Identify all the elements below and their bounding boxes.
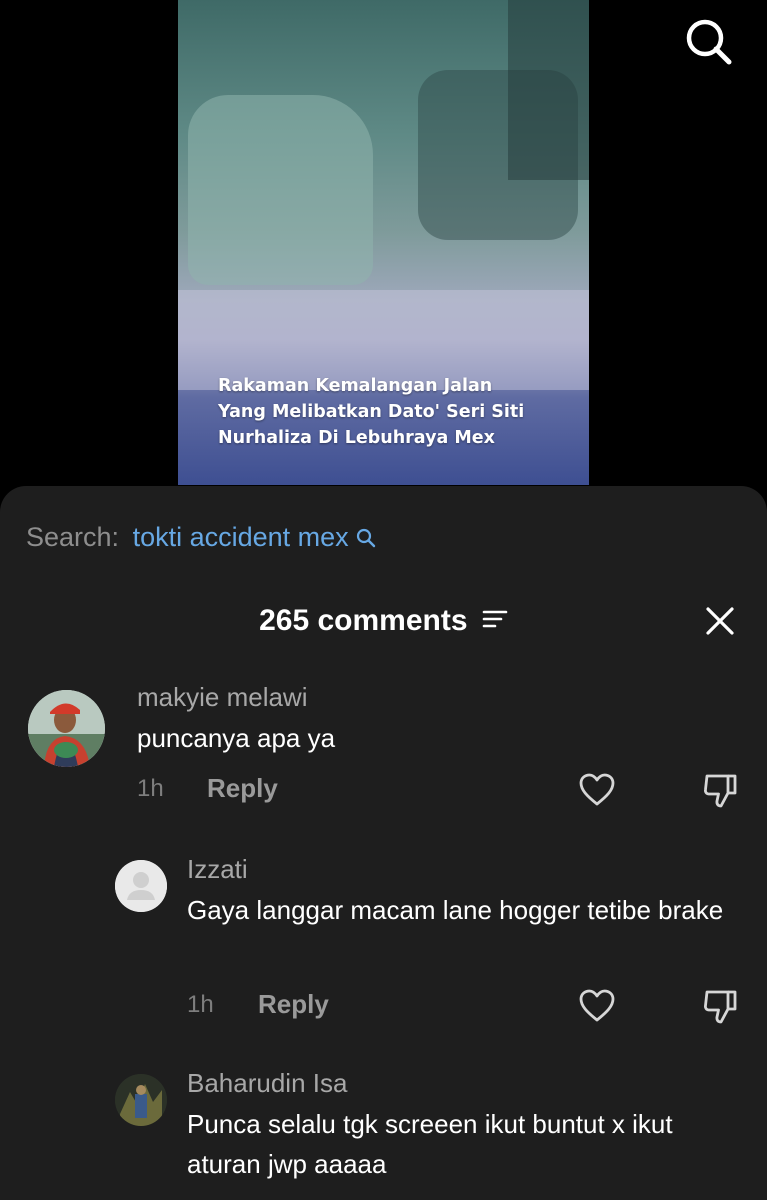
sort-icon[interactable] bbox=[482, 603, 508, 637]
comment-text: Punca selalu tgk screeen ikut buntut x i… bbox=[187, 1109, 673, 1179]
comment-username[interactable]: Izzati bbox=[187, 854, 248, 885]
comment-username[interactable]: makyie melawi bbox=[137, 682, 308, 713]
video-figure bbox=[188, 95, 373, 285]
comments-header: 265 comments bbox=[0, 604, 767, 638]
comment-username[interactable]: Baharudin Isa bbox=[187, 1068, 347, 1099]
dislike-icon[interactable] bbox=[701, 771, 739, 809]
heart-icon[interactable] bbox=[578, 771, 616, 809]
reply-button[interactable]: Reply bbox=[258, 989, 329, 1020]
video-window bbox=[508, 0, 589, 180]
video-caption-line: Nurhaliza Di Lebuhraya Mex bbox=[218, 428, 495, 448]
dislike-icon[interactable] bbox=[701, 987, 739, 1025]
video-area: Rakaman Kemalangan Jalan Yang Melibatkan… bbox=[0, 0, 767, 490]
avatar[interactable] bbox=[115, 1074, 167, 1126]
comment-text: Gaya langgar macam lane hogger tetibe br… bbox=[187, 895, 724, 925]
close-button[interactable] bbox=[704, 605, 736, 637]
avatar[interactable] bbox=[28, 690, 105, 767]
comment-text: puncanya apa ya bbox=[137, 723, 336, 753]
close-icon bbox=[706, 607, 734, 635]
comments-sheet: Search: tokti accident mex 265 comments bbox=[0, 486, 767, 1200]
search-icon[interactable] bbox=[683, 16, 733, 66]
video-caption: Rakaman Kemalangan Jalan Yang Melibatkan… bbox=[218, 373, 558, 451]
search-query-link[interactable]: tokti accident mex bbox=[133, 522, 349, 552]
comment-time: 1h bbox=[187, 991, 214, 1018]
comments-count: 265 comments bbox=[259, 604, 468, 637]
video-thumbnail[interactable]: Rakaman Kemalangan Jalan Yang Melibatkan… bbox=[178, 0, 589, 485]
avatar[interactable] bbox=[115, 860, 167, 912]
reply-button[interactable]: Reply bbox=[207, 773, 278, 804]
search-prefix: Search: bbox=[26, 522, 120, 552]
video-caption-line: Rakaman Kemalangan Jalan bbox=[218, 376, 493, 396]
search-small-icon[interactable] bbox=[356, 524, 376, 555]
comment-time: 1h bbox=[137, 775, 164, 802]
search-suggestion: Search: tokti accident mex bbox=[26, 522, 376, 555]
video-caption-line: Yang Melibatkan Dato' Seri Siti bbox=[218, 402, 525, 422]
heart-icon[interactable] bbox=[578, 987, 616, 1025]
